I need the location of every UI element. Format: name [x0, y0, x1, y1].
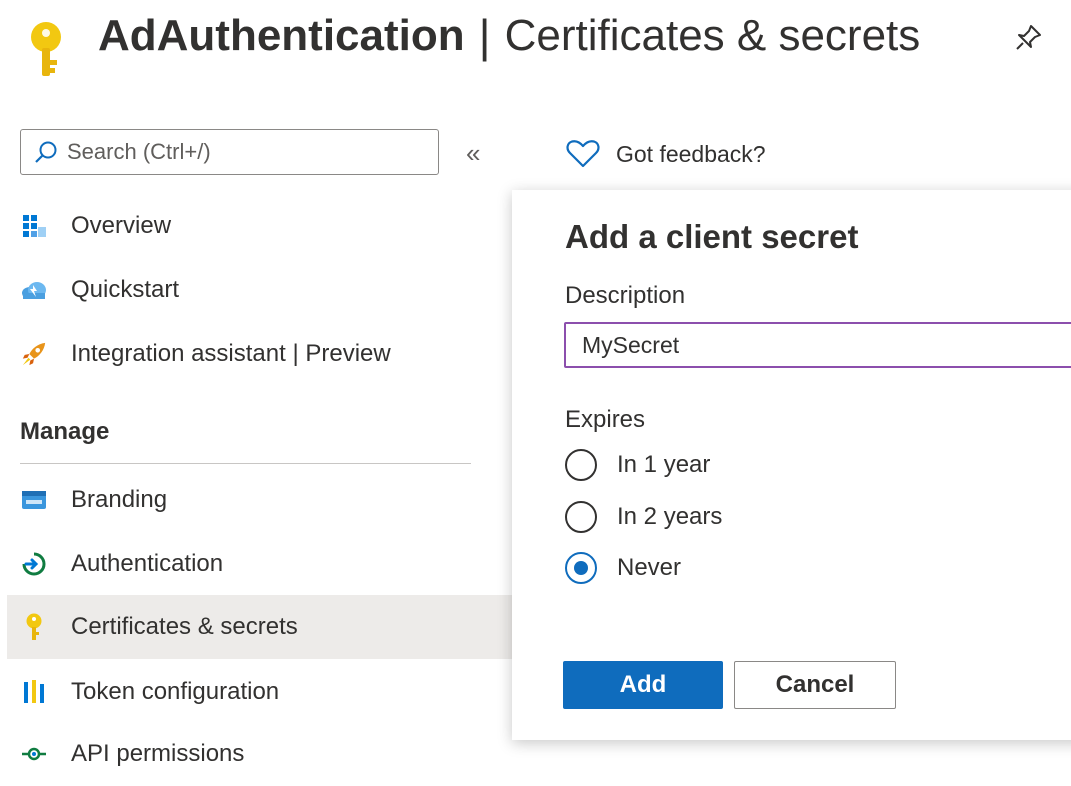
add-button[interactable]: Add [563, 661, 723, 709]
feedback-label: Got feedback? [616, 140, 766, 167]
search-input[interactable] [67, 139, 407, 165]
overview-grid-icon [21, 213, 47, 239]
manage-section-heading: Manage [20, 418, 110, 445]
sidebar-item-label: Authentication [71, 550, 224, 577]
expires-label: Expires [565, 406, 646, 433]
pin-icon[interactable] [1014, 22, 1044, 52]
description-label: Description [565, 282, 686, 309]
heart-icon [566, 140, 600, 168]
sidebar-item-certificates-secrets[interactable]: Certificates & secrets [7, 595, 513, 659]
key-icon [31, 22, 61, 76]
sidebar-item-label: Certificates & secrets [71, 613, 298, 640]
sidebar-item-authentication[interactable]: Authentication [7, 532, 513, 596]
sidebar-item-label: API permissions [71, 740, 245, 767]
sidebar-item-label: Quickstart [71, 276, 180, 303]
feedback-button[interactable]: Got feedback? [566, 134, 766, 174]
authentication-icon [21, 551, 47, 577]
sidebar-item-token-configuration[interactable]: Token configuration [7, 660, 513, 724]
search-icon [35, 141, 57, 163]
description-field[interactable] [564, 322, 1071, 368]
panel-title: Add a client secret [565, 218, 859, 255]
rocket-icon [21, 341, 47, 367]
sidebar-item-integration-assistant[interactable]: Integration assistant | Preview [7, 322, 513, 386]
radio-label: In 2 years [617, 503, 723, 530]
sidebar-item-label: Branding [71, 486, 168, 513]
radio-label: In 1 year [617, 451, 711, 478]
collapse-sidebar-button[interactable]: « [466, 138, 494, 168]
search-box[interactable] [20, 129, 439, 175]
quickstart-cloud-icon [21, 277, 47, 303]
sidebar-item-label: Overview [71, 212, 172, 239]
radio-label: Never [617, 554, 682, 581]
app-name: AdAuthentication [98, 11, 465, 60]
radio-in-1-year[interactable]: In 1 year [565, 446, 710, 484]
sidebar-item-label: Token configuration [71, 678, 280, 705]
sidebar-item-overview[interactable]: Overview [7, 194, 513, 258]
radio-circle[interactable] [565, 552, 597, 584]
radio-never[interactable]: Never [565, 549, 681, 587]
page-name: Certificates & secrets [504, 11, 921, 60]
sidebar-item-branding[interactable]: Branding [7, 468, 513, 532]
key-icon [21, 613, 47, 640]
sidebar-item-label: Integration assistant | Preview [71, 340, 391, 367]
radio-circle[interactable] [565, 449, 597, 481]
sidebar-item-api-permissions[interactable]: API permissions [7, 722, 513, 786]
radio-in-2-years[interactable]: In 2 years [565, 498, 722, 536]
token-bars-icon [21, 679, 47, 705]
api-permissions-icon [21, 741, 47, 767]
title-separator: | [478, 10, 491, 62]
divider [20, 463, 471, 464]
cancel-button[interactable]: Cancel [734, 661, 896, 709]
add-client-secret-panel: Add a client secret Description Expires … [512, 190, 1071, 740]
page-title: AdAuthentication | Certificates & secret… [98, 8, 920, 64]
sidebar-item-quickstart[interactable]: Quickstart [7, 258, 513, 322]
radio-circle[interactable] [565, 501, 597, 533]
branding-icon [21, 487, 47, 513]
